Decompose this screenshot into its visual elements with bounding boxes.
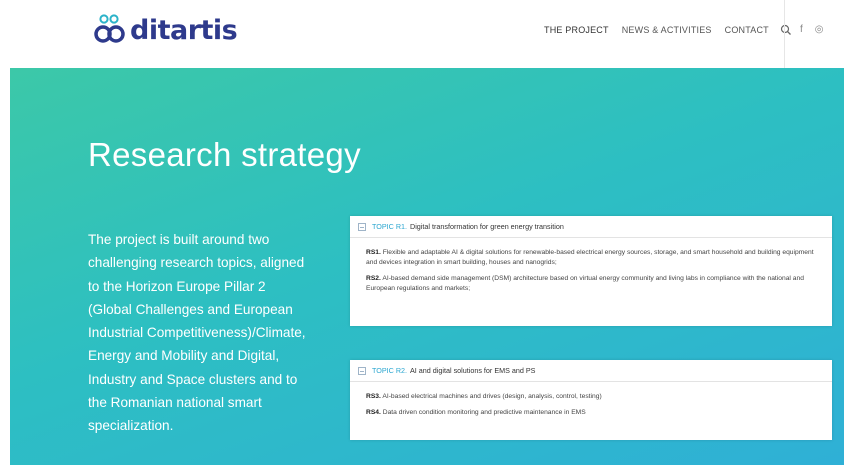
rs-code: RS2. xyxy=(366,275,381,282)
topic-code: TOPIC R2. xyxy=(372,366,408,375)
hero-section: Research strategy The project is built a… xyxy=(10,68,844,465)
accordion-topic-r1: TOPIC R1. Digital transformation for gre… xyxy=(350,216,832,326)
instagram-icon[interactable]: ◎ xyxy=(815,24,824,35)
accordion-header-r1[interactable]: TOPIC R1. Digital transformation for gre… xyxy=(350,216,832,238)
search-icon[interactable] xyxy=(780,24,792,36)
logo[interactable]: ditartis xyxy=(94,10,238,50)
accordion-topic-r2: TOPIC R2. AI and digital solutions for E… xyxy=(350,360,832,440)
rs-code: RS1. xyxy=(366,249,381,256)
hero-description: The project is built around two challeng… xyxy=(88,232,306,434)
topic-title: AI and digital solutions for EMS and PS xyxy=(410,366,536,375)
site-header: ditartis THE PROJECT NEWS & ACTIVITIES C… xyxy=(0,0,844,68)
nav-item-news-activities[interactable]: NEWS & ACTIVITIES xyxy=(622,25,712,35)
rs-text: AI-based electrical machines and drives … xyxy=(382,393,602,400)
page-title: Research strategy xyxy=(88,136,361,173)
rs-text: Data driven condition monitoring and pre… xyxy=(382,409,586,416)
topic-title: Digital transformation for green energy … xyxy=(410,222,564,231)
collapse-icon[interactable] xyxy=(358,222,366,231)
accordion-body-r2: RS3. AI-based electrical machines and dr… xyxy=(350,382,832,440)
facebook-icon[interactable]: f xyxy=(800,24,803,35)
nav-item-contact[interactable]: CONTACT xyxy=(725,25,769,35)
rs-text: AI-based demand side management (DSM) ar… xyxy=(366,275,804,292)
accordion-header-r2[interactable]: TOPIC R2. AI and digital solutions for E… xyxy=(350,360,832,382)
rs-text: Flexible and adaptable AI & digital solu… xyxy=(366,249,814,266)
accordion-body-r1: RS1. Flexible and adaptable AI & digital… xyxy=(350,238,832,326)
rs-code: RS4. xyxy=(366,409,381,416)
nav-divider xyxy=(784,0,785,68)
nav-item-the-project[interactable]: THE PROJECT xyxy=(544,25,609,35)
social-links: f ◎ xyxy=(800,24,836,35)
topic-code: TOPIC R1. xyxy=(372,222,408,231)
collapse-icon[interactable] xyxy=(358,366,366,375)
rs-code: RS3. xyxy=(366,393,381,400)
list-item: RS3. AI-based electrical machines and dr… xyxy=(366,392,816,402)
main-nav: THE PROJECT NEWS & ACTIVITIES CONTACT xyxy=(544,24,792,36)
list-item: RS1. Flexible and adaptable AI & digital… xyxy=(366,248,816,268)
logo-icon xyxy=(94,14,125,43)
list-item: RS4. Data driven condition monitoring an… xyxy=(366,408,816,418)
list-item: RS2. AI-based demand side management (DS… xyxy=(366,274,816,294)
logo-text: ditartis xyxy=(130,14,238,46)
